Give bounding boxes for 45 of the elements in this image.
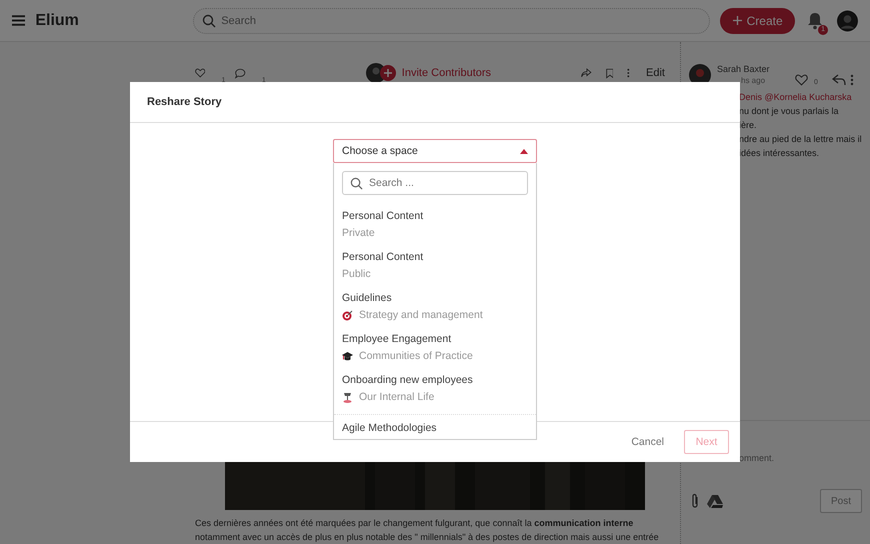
post-button[interactable]: Post	[820, 489, 862, 513]
plus-icon	[732, 16, 742, 25]
share-icon[interactable]	[581, 66, 592, 80]
invite-contributors-link[interactable]: Invite Contributors	[402, 67, 492, 79]
caret-icon	[520, 148, 528, 154]
app-logo[interactable]: Elium	[35, 12, 160, 30]
more-icon[interactable]	[850, 74, 854, 86]
graduation-cap-icon	[342, 350, 353, 362]
space-option[interactable]: Personal Content	[342, 209, 528, 224]
comment-field[interactable]: omment.	[739, 426, 859, 489]
space-detail: Public	[342, 267, 371, 281]
cancel-button[interactable]: Cancel	[625, 435, 670, 449]
search-icon	[350, 176, 363, 190]
space-option[interactable]: Personal Content	[342, 250, 528, 265]
drive-icon[interactable]	[707, 494, 723, 508]
edit-link[interactable]: Edit	[646, 67, 665, 79]
space-detail: Private	[342, 226, 375, 240]
plus-icon[interactable]	[380, 65, 396, 81]
space-detail: Strategy and management	[359, 308, 483, 322]
space-option[interactable]: Guidelines	[342, 291, 528, 306]
search-input[interactable]: Search	[221, 14, 702, 26]
space-detail: Communities of Practice	[359, 349, 473, 363]
lamp-icon	[342, 392, 353, 402]
bell-icon[interactable]	[807, 12, 824, 30]
avatar-icon[interactable]	[837, 10, 858, 32]
heart-icon[interactable]	[795, 74, 808, 86]
menu-icon[interactable]	[12, 15, 26, 26]
space-option[interactable]: Employee Engagement	[342, 332, 528, 347]
space-option[interactable]: Onboarding new employees	[342, 373, 528, 388]
search-icon	[202, 14, 216, 28]
comment-author[interactable]: Sarah Baxter	[717, 64, 854, 74]
space-option[interactable]: Agile Methodologies	[342, 421, 528, 436]
comment-time: hs ago	[740, 76, 766, 84]
target-icon	[342, 310, 353, 320]
paperclip-icon[interactable]	[691, 493, 699, 509]
search-field[interactable]: Search	[193, 8, 710, 34]
space-detail: Our Internal Life	[359, 390, 434, 404]
article-paragraph: Ces dernières années ont été marquées par le changement fulgurant, que connaît la communication interne notamment avec un accès de plus en plus notable des " millennials" à des postes de direction mais aussi une entrée	[195, 517, 660, 544]
space-select[interactable]: Choose a space	[333, 139, 537, 163]
reply-icon[interactable]	[832, 74, 846, 86]
create-button[interactable]: Create	[720, 8, 796, 34]
heart-icon[interactable]	[195, 66, 206, 80]
more-icon[interactable]	[627, 66, 630, 80]
search-field[interactable]: Search ...	[342, 171, 528, 195]
dialog-title: Reshare Story	[147, 96, 222, 108]
